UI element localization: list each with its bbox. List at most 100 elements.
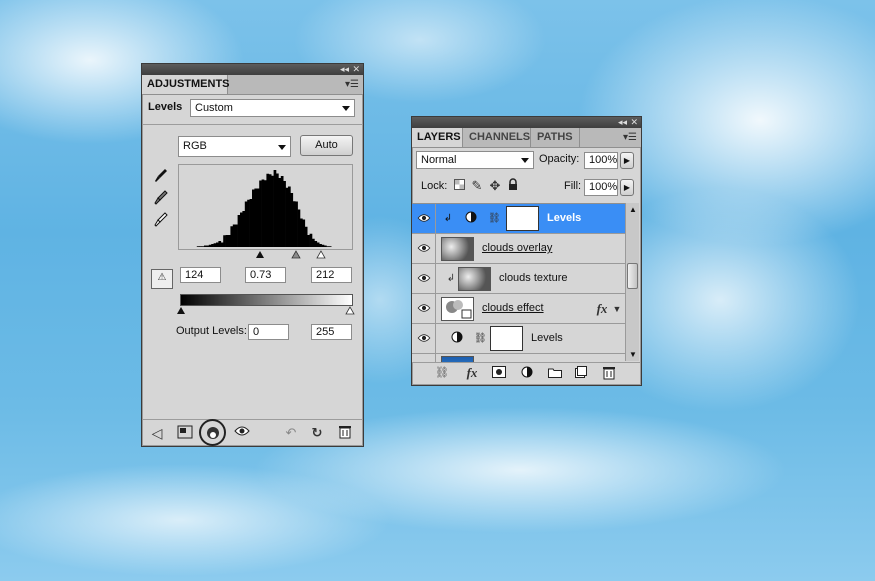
lock-all-icon[interactable] bbox=[506, 178, 520, 194]
layer-mask-thumbnail bbox=[506, 206, 539, 231]
layers-titlebar[interactable]: ◂◂ ✕ bbox=[412, 117, 641, 128]
preset-value: Custom bbox=[195, 102, 233, 114]
layer-row-levels-selected[interactable]: ↲ ⛓ Levels bbox=[412, 204, 625, 234]
new-group-icon[interactable] bbox=[546, 366, 564, 382]
visibility-eye-icon[interactable] bbox=[412, 204, 436, 234]
input-levels-slider[interactable] bbox=[178, 250, 353, 262]
link-icon: ⛓ bbox=[488, 213, 501, 224]
histogram-bar bbox=[213, 243, 217, 247]
histogram-bar bbox=[300, 218, 303, 247]
layer-row-clouds-texture[interactable]: ↲ clouds texture bbox=[412, 264, 625, 294]
black-point-eyedropper-icon[interactable] bbox=[152, 168, 170, 188]
chevron-down-icon bbox=[278, 145, 286, 150]
visibility-eye-icon[interactable] bbox=[412, 234, 436, 264]
visibility-eye-icon[interactable] bbox=[412, 324, 436, 354]
histogram-bar bbox=[268, 174, 272, 247]
add-layer-style-icon[interactable]: fx bbox=[462, 365, 482, 381]
close-icon[interactable]: ✕ bbox=[630, 117, 638, 128]
tab-layers[interactable]: LAYERS bbox=[412, 128, 463, 147]
white-point-eyedropper-icon[interactable] bbox=[152, 212, 170, 232]
histogram-bar bbox=[266, 173, 270, 247]
new-layer-icon[interactable] bbox=[572, 366, 590, 382]
reset-icon[interactable]: ↻ bbox=[308, 425, 326, 441]
expand-effects-icon[interactable]: ▼ bbox=[611, 301, 623, 317]
preset-select[interactable]: Custom bbox=[190, 99, 355, 117]
view-previous-state-icon[interactable]: ↶ bbox=[282, 425, 300, 441]
layer-row-clouds-overlay[interactable]: clouds overlay bbox=[412, 234, 625, 264]
scrollbar-thumb[interactable] bbox=[627, 263, 638, 289]
histogram-bar bbox=[244, 201, 248, 247]
histogram-bar bbox=[324, 245, 327, 247]
opacity-stepper[interactable]: ▶ bbox=[620, 152, 634, 169]
back-arrow-icon[interactable]: ◁ bbox=[148, 425, 166, 441]
lock-position-icon[interactable]: ✥ bbox=[488, 178, 502, 194]
gray-input-slider bbox=[291, 250, 301, 259]
histogram-bar bbox=[252, 189, 255, 247]
adjustments-titlebar[interactable]: ◂◂ ✕ bbox=[142, 64, 363, 75]
trash-icon[interactable] bbox=[336, 425, 354, 443]
scroll-down-icon[interactable]: ▼ bbox=[629, 350, 637, 359]
visibility-eye-icon[interactable] bbox=[412, 354, 436, 362]
histogram-bar bbox=[240, 212, 243, 247]
tab-adjustments[interactable]: ADJUSTMENTS bbox=[142, 75, 230, 94]
output-black-field[interactable]: 0 bbox=[248, 324, 289, 340]
histogram-bar bbox=[312, 238, 315, 247]
layer-row-partial[interactable] bbox=[412, 354, 625, 362]
expand-view-icon[interactable] bbox=[176, 425, 194, 443]
visibility-eye-icon[interactable] bbox=[412, 294, 436, 324]
layer-row-levels[interactable]: ⛓ Levels bbox=[412, 324, 625, 354]
histogram-bar bbox=[297, 209, 301, 247]
fx-icon[interactable]: fx bbox=[593, 301, 611, 317]
lock-image-pixels-icon[interactable]: ✎ bbox=[470, 178, 484, 194]
output-levels-slider[interactable] bbox=[176, 306, 356, 316]
histogram-bar bbox=[230, 226, 234, 247]
layer-name: clouds effect bbox=[482, 302, 544, 314]
histogram-bar bbox=[295, 201, 298, 247]
layer-row-clouds-effect[interactable]: clouds effect fx ▼ bbox=[412, 294, 625, 324]
input-white-field[interactable]: 212 bbox=[311, 267, 352, 283]
visibility-eye-icon[interactable] bbox=[412, 264, 436, 294]
histogram-bar bbox=[314, 241, 318, 247]
input-black-field[interactable]: 124 bbox=[180, 267, 221, 283]
new-adjustment-layer-icon[interactable] bbox=[518, 366, 536, 382]
panel-menu-icon[interactable]: ▾☰ bbox=[345, 79, 359, 90]
layers-scrollbar[interactable]: ▲ ▼ bbox=[625, 203, 639, 361]
input-gamma-field[interactable]: 0.73 bbox=[245, 267, 286, 283]
smart-object-thumbnail bbox=[441, 297, 474, 321]
scroll-up-icon[interactable]: ▲ bbox=[629, 205, 637, 214]
blend-mode-select[interactable]: Normal bbox=[416, 151, 534, 169]
histogram-bar bbox=[302, 219, 306, 247]
visibility-eye-icon[interactable] bbox=[233, 425, 251, 441]
auto-button[interactable]: Auto bbox=[300, 135, 353, 156]
tab-paths[interactable]: PATHS bbox=[532, 128, 580, 147]
histogram-bar bbox=[292, 201, 296, 247]
add-mask-icon[interactable] bbox=[490, 366, 508, 382]
gray-point-eyedropper-icon[interactable] bbox=[152, 190, 170, 210]
output-white-field[interactable]: 255 bbox=[311, 324, 352, 340]
collapse-icon[interactable]: ◂◂ bbox=[618, 117, 627, 128]
collapse-icon[interactable]: ◂◂ bbox=[340, 64, 349, 75]
histogram-bar bbox=[261, 179, 265, 247]
layers-list: ↲ ⛓ Levels clouds overlay ↲ clouds textu… bbox=[412, 203, 625, 362]
histogram-bar bbox=[283, 181, 286, 247]
trash-icon[interactable] bbox=[600, 366, 618, 384]
blend-mode-value: Normal bbox=[421, 154, 457, 166]
clipping-warning-icon[interactable]: ⚠ bbox=[151, 269, 173, 289]
close-icon[interactable]: ✕ bbox=[352, 64, 360, 75]
opacity-field[interactable]: 100% bbox=[584, 152, 618, 169]
link-layers-icon[interactable]: ⛓ bbox=[432, 365, 452, 381]
black-input-slider bbox=[256, 251, 264, 258]
channel-select[interactable]: RGB bbox=[178, 136, 291, 157]
layer-name: clouds overlay bbox=[482, 242, 553, 254]
histogram-bar bbox=[273, 170, 277, 247]
fill-field[interactable]: 100% bbox=[584, 179, 618, 196]
histogram-bar bbox=[319, 244, 322, 247]
histogram-bar bbox=[307, 235, 310, 247]
adjustments-tabrow: ADJUSTMENTS ▾☰ bbox=[142, 75, 363, 95]
white-input-slider bbox=[316, 250, 326, 259]
histogram-bar bbox=[285, 187, 289, 247]
lock-transparency-icon[interactable] bbox=[452, 178, 466, 194]
tab-channels[interactable]: CHANNELS bbox=[464, 128, 531, 147]
panel-menu-icon[interactable]: ▾☰ bbox=[623, 132, 637, 143]
fill-stepper[interactable]: ▶ bbox=[620, 179, 634, 196]
